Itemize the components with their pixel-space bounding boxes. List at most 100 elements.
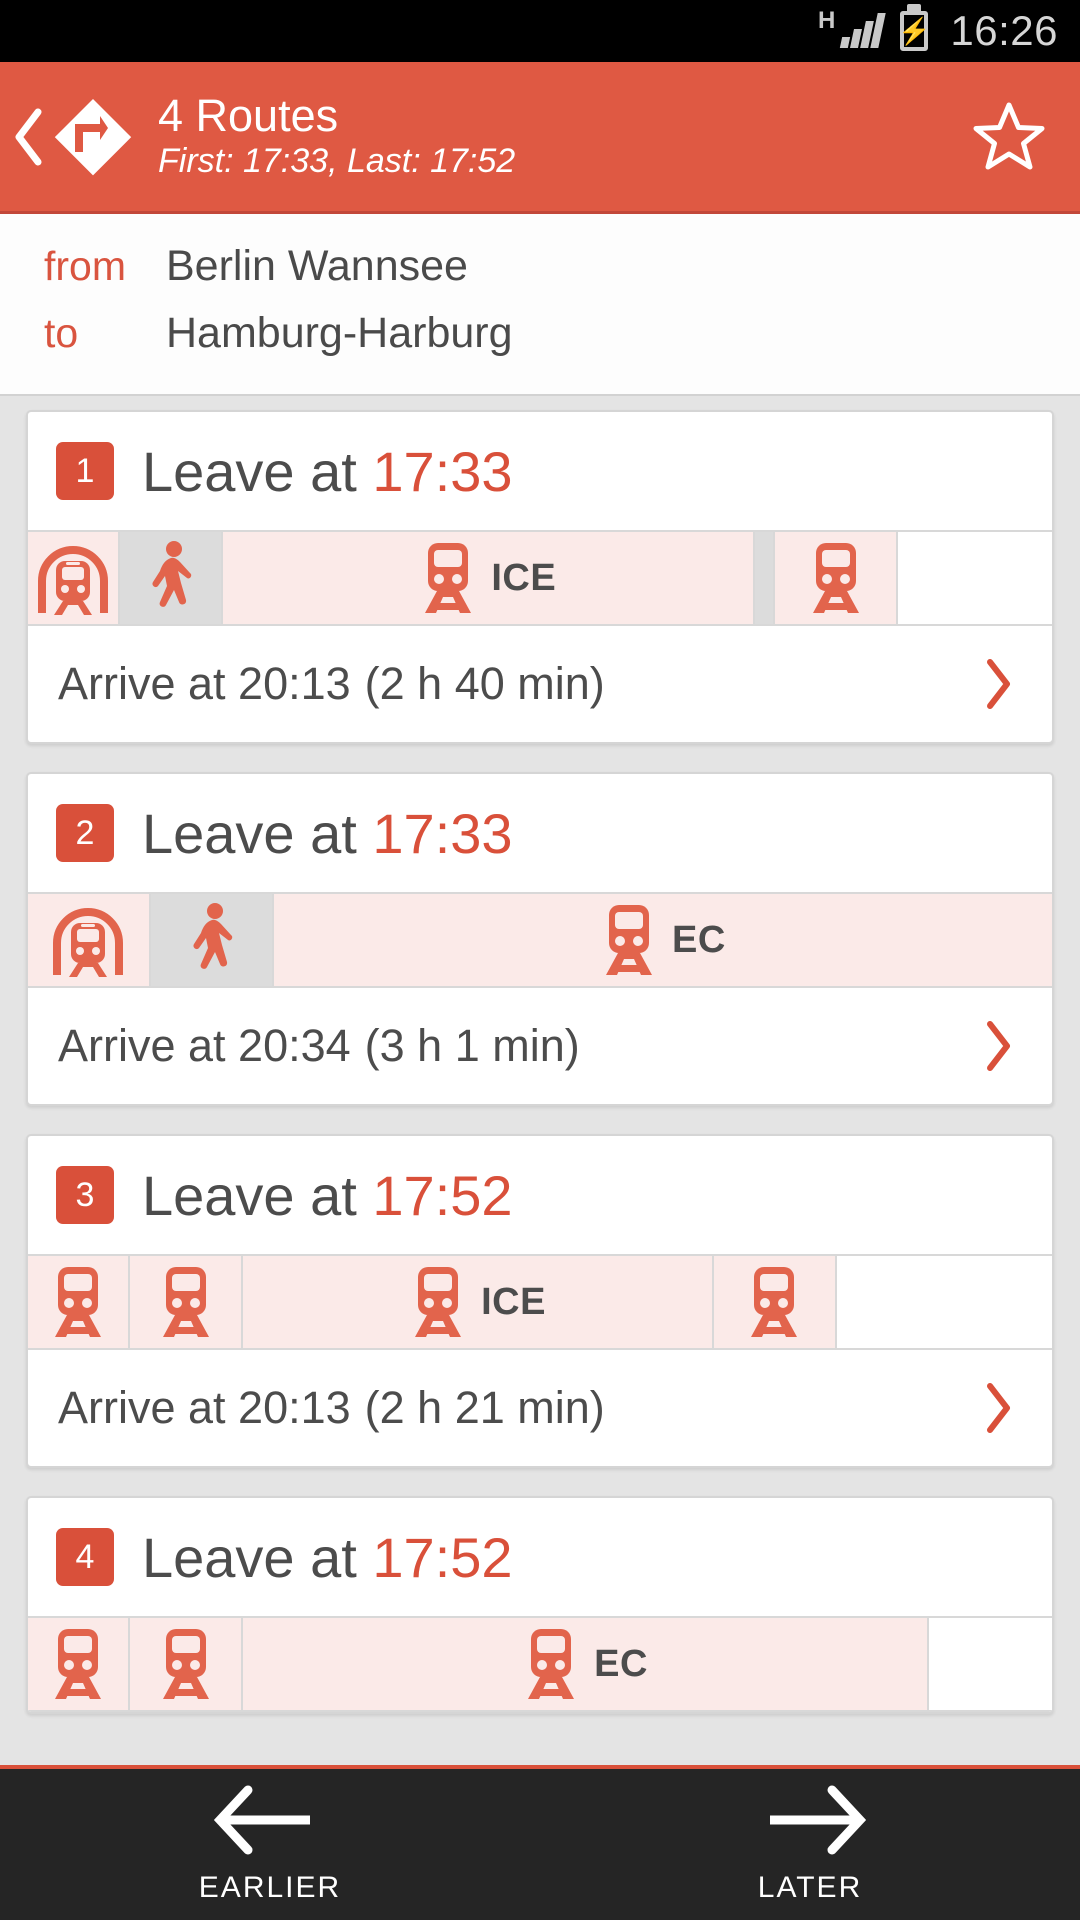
chevron-right-icon[interactable] (978, 657, 1018, 711)
route-number-badge: 4 (56, 1528, 114, 1586)
earlier-label: EARLIER (198, 1871, 342, 1904)
leave-time: 17:52 (372, 1525, 513, 1589)
leave-label: Leave at (142, 439, 373, 503)
star-outline-icon[interactable] (964, 101, 1054, 173)
page-subtitle: First: 17:33, Last: 17:52 (158, 141, 516, 180)
arrive-label: Arrive at (58, 1020, 239, 1071)
train-icon (745, 1265, 803, 1339)
arrival-text: Arrive at 20:13 (2 h 40 min) (58, 658, 978, 710)
arrive-label: Arrive at (58, 1382, 239, 1433)
route-leg (28, 1256, 131, 1348)
trip-duration: (3 h 1 min) (364, 1020, 580, 1071)
train-icon (49, 1265, 107, 1339)
from-label: from (44, 243, 126, 289)
train-icon (157, 1627, 215, 1701)
leave-label: Leave at (142, 801, 373, 865)
train-icon (409, 1265, 467, 1339)
walking-person-icon (184, 902, 238, 978)
route-leg: ICE (222, 532, 756, 624)
from-value: Berlin Wannsee (166, 242, 468, 290)
route-card-header: 4 Leave at 17:52 (28, 1498, 1052, 1616)
train-icon (807, 541, 865, 615)
arrive-time: 20:34 (238, 1020, 351, 1071)
route-card[interactable]: 1 Leave at 17:33 ICE Arrive at 20:13 (2 h 40… (26, 410, 1054, 744)
subway-icon (35, 541, 111, 615)
route-leg (28, 532, 121, 624)
route-legs-strip: EC (28, 892, 1052, 988)
train-icon (419, 541, 477, 615)
departure-text: Leave at 17:52 (142, 1163, 513, 1228)
arrival-text: Arrive at 20:34 (3 h 1 min) (58, 1020, 978, 1072)
route-card-footer[interactable]: Arrive at 20:34 (3 h 1 min) (28, 988, 1052, 1104)
battery-charging-icon: ⚡ (898, 11, 931, 51)
signal-bars-icon (840, 13, 887, 48)
earlier-button[interactable]: EARLIER (0, 1769, 540, 1920)
page-title: 4 Routes (158, 90, 339, 142)
chevron-right-icon[interactable] (978, 1381, 1018, 1435)
to-row: to Hamburg-Harburg (44, 309, 1080, 358)
app-root: H ⚡ 16:26 4 Routes First: 17:33, Last: 1… (0, 0, 1080, 1920)
route-card-footer[interactable]: Arrive at 20:13 (2 h 40 min) (28, 626, 1052, 742)
to-value: Hamburg-Harburg (166, 309, 513, 357)
route-list[interactable]: 1 Leave at 17:33 ICE Arrive at 20:13 (2 h 40… (0, 396, 1080, 1920)
departure-text: Leave at 17:33 (142, 801, 513, 866)
train-icon (522, 1627, 580, 1701)
leave-time: 17:33 (372, 439, 513, 503)
leave-time: 17:33 (372, 801, 513, 865)
route-card[interactable]: 2 Leave at 17:33 EC Arrive at 20:34 (3 h 1 m… (26, 772, 1054, 1106)
route-card-header: 1 Leave at 17:33 (28, 412, 1052, 530)
from-row: from Berlin Wannsee (44, 242, 1080, 291)
trip-duration: (2 h 40 min) (364, 658, 605, 709)
leave-label: Leave at (142, 1525, 373, 1589)
route-leg (714, 1256, 837, 1348)
leave-label: Leave at (142, 1163, 373, 1227)
navigation-diamond-icon[interactable] (50, 94, 136, 180)
route-card-header: 2 Leave at 17:33 (28, 774, 1052, 892)
from-to-panel[interactable]: from Berlin Wannsee to Hamburg-Harburg (0, 214, 1080, 396)
status-bar: H ⚡ 16:26 (0, 0, 1080, 62)
route-leg (775, 532, 899, 624)
route-leg (28, 1618, 131, 1710)
route-leg (130, 1256, 244, 1348)
route-leg (929, 1618, 1052, 1710)
leg-line-label: EC (594, 1642, 648, 1685)
route-leg (836, 1256, 1052, 1348)
arrival-text: Arrive at 20:13 (2 h 21 min) (58, 1382, 978, 1434)
chevron-right-icon[interactable] (978, 1019, 1018, 1073)
route-leg (120, 532, 223, 624)
bottom-bar: EARLIER LATER (0, 1765, 1080, 1920)
route-number-badge: 1 (56, 442, 114, 500)
later-label: LATER (757, 1871, 863, 1904)
route-card-footer[interactable]: Arrive at 20:13 (2 h 21 min) (28, 1350, 1052, 1466)
route-card[interactable]: 4 Leave at 17:52 EC (26, 1496, 1054, 1714)
route-leg (150, 894, 274, 986)
route-legs-strip: EC (28, 1616, 1052, 1712)
to-label: to (44, 310, 79, 356)
arrow-left-icon (213, 1784, 326, 1861)
route-card[interactable]: 3 Leave at 17:52 ICE Arrive at 20:13 (2 h 21… (26, 1134, 1054, 1468)
subway-icon (50, 903, 126, 977)
leave-time: 17:52 (372, 1163, 513, 1227)
route-number-badge: 3 (56, 1166, 114, 1224)
arrow-right-icon (754, 1784, 867, 1861)
route-legs-strip: ICE (28, 1254, 1052, 1350)
status-clock: 16:26 (950, 7, 1058, 54)
route-legs-strip: ICE (28, 530, 1052, 626)
leg-line-label: EC (671, 918, 726, 961)
leg-line-label: ICE (481, 1280, 546, 1323)
route-number-badge: 2 (56, 804, 114, 862)
route-leg (898, 532, 1052, 624)
back-chevron-icon[interactable] (8, 106, 50, 168)
arrive-time: 20:13 (238, 658, 351, 709)
route-leg: ICE (243, 1256, 715, 1348)
route-leg: EC (273, 894, 1052, 986)
departure-text: Leave at 17:33 (142, 439, 513, 504)
app-bar: 4 Routes First: 17:33, Last: 17:52 (0, 62, 1080, 214)
route-leg: EC (243, 1618, 930, 1710)
later-button[interactable]: LATER (540, 1769, 1080, 1920)
arrive-label: Arrive at (58, 658, 239, 709)
route-card-header: 3 Leave at 17:52 (28, 1136, 1052, 1254)
network-type-label: H (818, 7, 836, 34)
app-bar-titles: 4 Routes First: 17:33, Last: 17:52 (136, 92, 964, 181)
route-leg (130, 1618, 244, 1710)
